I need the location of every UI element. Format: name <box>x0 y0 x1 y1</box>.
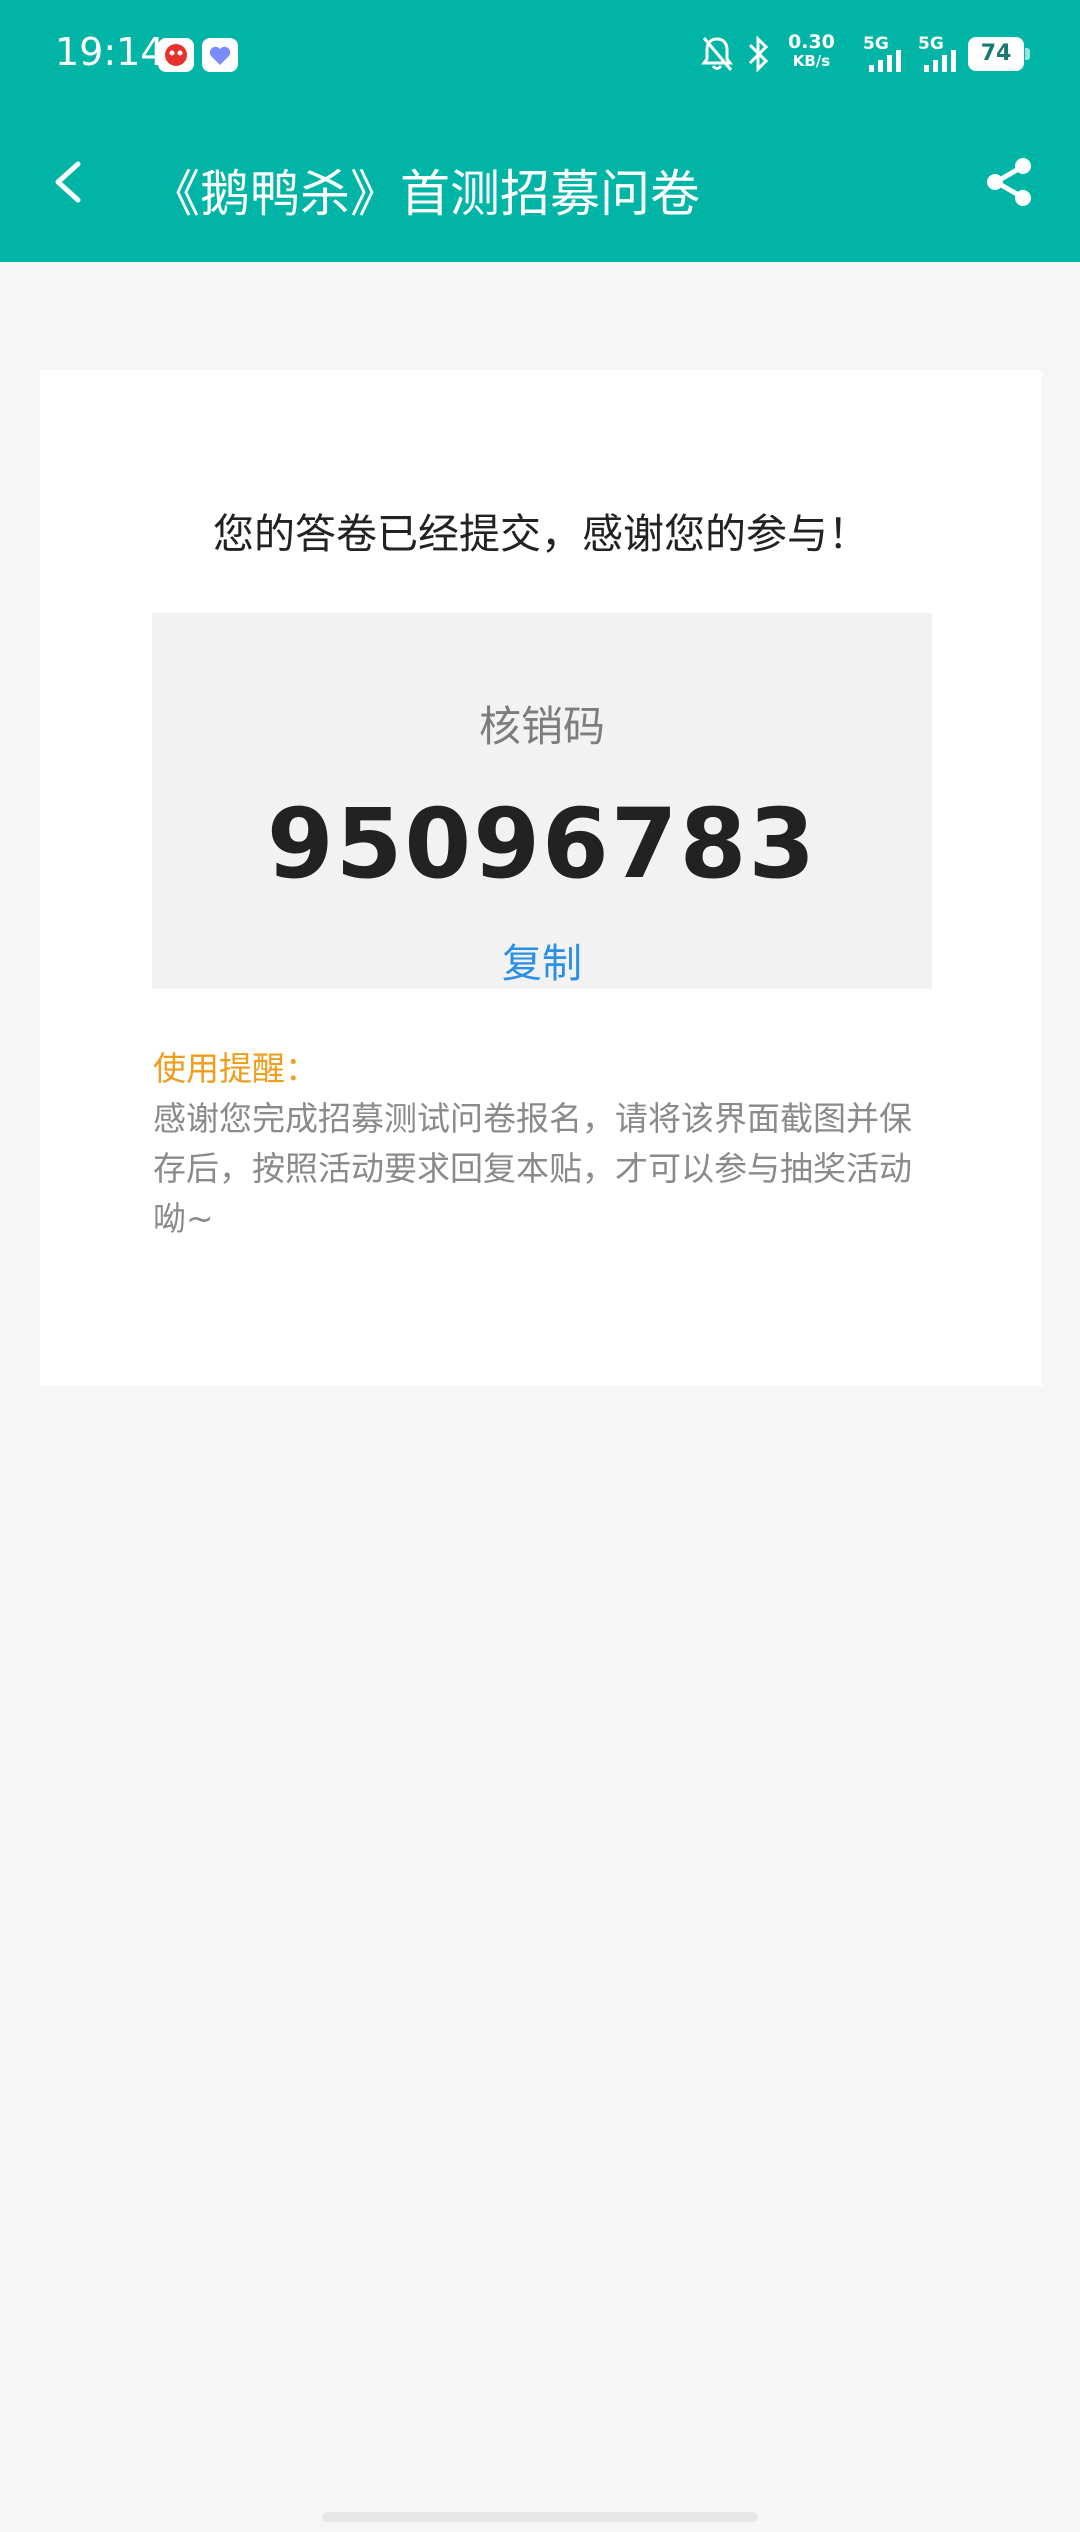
reminder-title: 使用提醒： <box>153 1049 318 1088</box>
status-icons: 0.30 KB/s 5G 5G 74 <box>680 0 1080 110</box>
signal-1-icon <box>869 50 901 72</box>
reminder-body: 感谢您完成招募测试问卷报名，请将该界面截图并保存后，按照活动要求回复本贴，才可以… <box>153 1099 912 1238</box>
verification-code: 95096783 <box>266 788 818 900</box>
mute-bell-icon <box>701 37 733 71</box>
chevron-left-icon <box>55 161 81 203</box>
battery-tip <box>1025 48 1030 60</box>
notification-app-icon <box>158 38 194 72</box>
share-button[interactable] <box>978 150 1040 214</box>
signal-2-icon <box>924 50 956 72</box>
share-icon <box>987 158 1031 206</box>
page-title: 《鹅鸭杀》首测招募问卷 <box>150 165 700 223</box>
status-bar: 19:14 0.30 KB/s 5G 5G 74 <box>0 0 1080 110</box>
battery-indicator: 74 <box>968 37 1024 71</box>
copy-button[interactable]: 复制 <box>492 931 592 989</box>
result-card: 您的答卷已经提交，感谢您的参与！ 核销码 95096783 复制 使用提醒： 感… <box>40 370 1042 1386</box>
bluetooth-icon <box>748 35 769 73</box>
app-header: 19:14 0.30 KB/s 5G 5G 74 《鹅鸭杀》首测招募问卷 <box>0 0 1080 262</box>
code-label: 核销码 <box>478 702 605 751</box>
thanks-message: 您的答卷已经提交，感谢您的参与！ <box>213 510 869 558</box>
heart-app-icon <box>202 38 238 72</box>
status-time: 19:14 <box>55 30 165 74</box>
nav-bar: 《鹅鸭杀》首测招募问卷 <box>0 110 1080 262</box>
network-speed: 0.30 KB/s <box>788 31 835 71</box>
back-button[interactable] <box>40 150 100 214</box>
home-indicator[interactable] <box>322 2512 758 2522</box>
verification-code-box: 核销码 95096783 复制 <box>152 613 932 989</box>
